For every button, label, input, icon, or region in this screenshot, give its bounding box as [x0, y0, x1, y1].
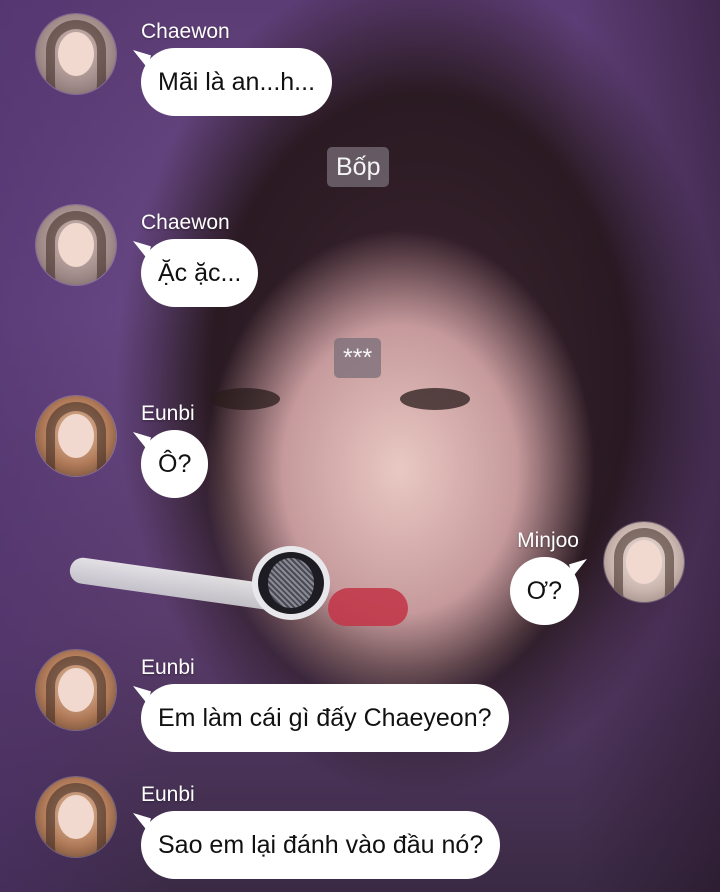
message-bubble[interactable]: Sao em lại đánh vào đầu nó?: [141, 811, 501, 879]
avatar-face: [58, 223, 94, 267]
message-bubble[interactable]: Ơ?: [509, 557, 579, 625]
avatar-face: [58, 795, 94, 839]
eunbi-avatar[interactable]: [36, 777, 116, 857]
sender-name: Chaewon: [141, 20, 230, 43]
sender-name: Eunbi: [141, 402, 195, 425]
chaewon-avatar[interactable]: [36, 14, 116, 94]
message-bubble[interactable]: Mãi là an...h...: [141, 48, 333, 116]
minjoo-avatar[interactable]: [604, 522, 684, 602]
background-microphone-grill: [268, 558, 314, 608]
system-message: Bốp: [327, 147, 390, 187]
chaewon-avatar[interactable]: [36, 205, 116, 285]
avatar-face: [58, 414, 94, 458]
avatar-face: [58, 32, 94, 76]
eunbi-avatar[interactable]: [36, 396, 116, 476]
message-bubble[interactable]: Em làm cái gì đấy Chaeyeon?: [141, 684, 509, 752]
background-eye-right: [400, 388, 470, 410]
background-lips: [328, 588, 408, 626]
avatar-face: [58, 668, 94, 712]
sender-name: Eunbi: [141, 656, 195, 679]
sender-name: Chaewon: [141, 211, 230, 234]
message-bubble[interactable]: Ặc ặc...: [141, 239, 259, 307]
eunbi-avatar[interactable]: [36, 650, 116, 730]
background-eye-left: [210, 388, 280, 410]
sender-name: Minjoo: [517, 529, 579, 552]
sender-name: Eunbi: [141, 783, 195, 806]
message-bubble[interactable]: Ô?: [141, 430, 209, 498]
avatar-face: [626, 540, 662, 584]
system-message: ***: [334, 338, 382, 378]
